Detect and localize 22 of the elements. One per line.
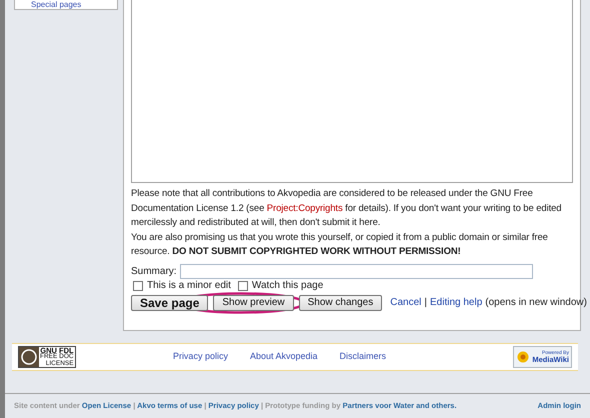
form-button[interactable]: Show changes bbox=[298, 294, 382, 310]
permission-notice: You are also promising us that you wrote this yourself, or copied it from a public domain or similar free resource. DO NOT SUBMIT COPYRIGHTED WORK WITHOUT PERMISSION! bbox=[131, 230, 549, 259]
summary-field[interactable] bbox=[180, 264, 533, 278]
form-button[interactable]: Save page bbox=[131, 294, 208, 310]
separator: | bbox=[424, 296, 427, 310]
checkbox-label: This is a minor edit bbox=[147, 280, 231, 292]
editing-help-link[interactable]: Editing help bbox=[430, 295, 482, 310]
flower-icon bbox=[516, 350, 530, 364]
license-notice: Please note that all contributions to Akvopedia are considered to be released under the GNU Free Documentation License 1.2 (see Project:Copyrights for details). If you don't want your writing to be edited mercilessly and redistributed at will, then don't submit it here. bbox=[131, 187, 562, 230]
footer-link[interactable]: About Akvopedia bbox=[250, 350, 318, 364]
sidebar-link[interactable]: Special pages bbox=[31, 0, 82, 9]
footer-link[interactable]: Privacy policy bbox=[172, 350, 228, 364]
cancel-link[interactable]: Cancel bbox=[390, 295, 422, 310]
copyrights-link[interactable]: Project:Copyrights bbox=[266, 202, 343, 214]
checkbox-label: Watch this page bbox=[252, 280, 324, 292]
checkbox[interactable] bbox=[133, 280, 143, 290]
checkbox[interactable] bbox=[238, 280, 248, 290]
footer-link[interactable]: Disclaimers bbox=[340, 350, 386, 364]
new-window-note: (opens in new window) bbox=[485, 296, 587, 310]
form-button[interactable]: Show preview bbox=[213, 294, 294, 310]
license-logo-icon bbox=[19, 347, 39, 367]
summary-label: Summary: bbox=[131, 264, 177, 278]
